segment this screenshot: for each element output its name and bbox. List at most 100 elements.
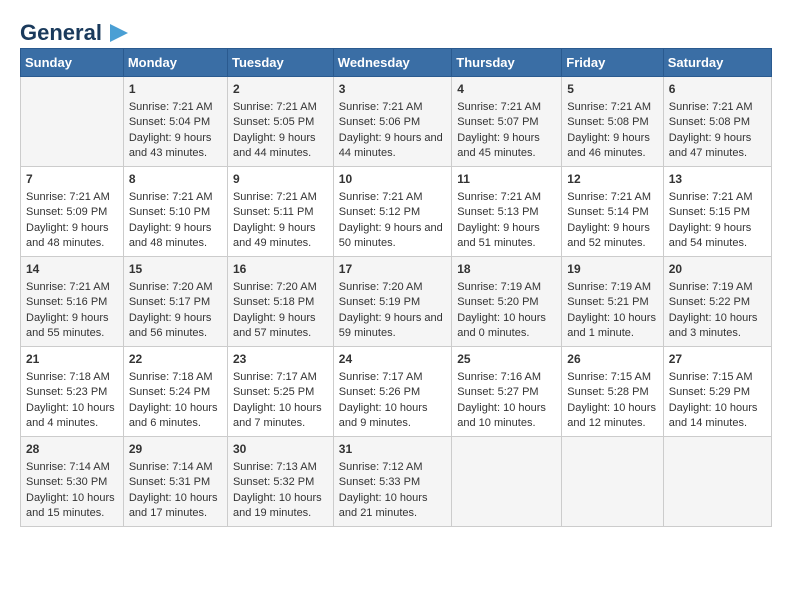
sunset-text: Sunset: 5:10 PM (129, 206, 210, 218)
day-number: 18 (457, 261, 556, 278)
sunset-text: Sunset: 5:28 PM (567, 386, 648, 398)
day-number: 5 (567, 81, 657, 98)
day-number: 9 (233, 171, 328, 188)
sunrise-text: Sunrise: 7:15 AM (567, 371, 651, 383)
calendar-cell: 13 Sunrise: 7:21 AM Sunset: 5:15 PM Dayligh… (663, 167, 771, 257)
day-number: 19 (567, 261, 657, 278)
calendar-cell: 30Sunrise: 7:13 AMSunset: 5:32 PMDayligh… (227, 437, 333, 527)
calendar-cell: 29Sunrise: 7:14 AMSunset: 5:31 PMDayligh… (123, 437, 227, 527)
day-number: 17 (339, 261, 446, 278)
sunset-text: Sunset: 5:20 PM (457, 296, 538, 308)
sunrise-text: Sunrise: 7:21 AM (669, 101, 753, 113)
day-number: 27 (669, 351, 766, 368)
calendar-cell: 17Sunrise: 7:20 AMSunset: 5:19 PMDayligh… (333, 257, 451, 347)
day-number: 2 (233, 81, 328, 98)
sunset-text: Sunset: 5:26 PM (339, 386, 420, 398)
daylight-text: Daylight: 9 hours and 47 minutes. (669, 132, 752, 159)
sunrise-text: Sunrise: 7:21 AM (669, 191, 753, 203)
day-number: 6 (669, 81, 766, 98)
day-number: 13 (669, 171, 766, 188)
sunrise-text: Sunrise: 7:21 AM (457, 101, 541, 113)
sunrise-text: Sunrise: 7:13 AM (233, 461, 317, 473)
calendar-cell: 4Sunrise: 7:21 AMSunset: 5:07 PMDaylight… (452, 77, 562, 167)
calendar-cell (452, 437, 562, 527)
day-number: 20 (669, 261, 766, 278)
day-number: 30 (233, 441, 328, 458)
page-header: General (20, 20, 772, 38)
sunset-text: Sunset: 5:22 PM (669, 296, 750, 308)
calendar-week-row: 21Sunrise: 7:18 AMSunset: 5:23 PMDayligh… (21, 347, 772, 437)
calendar-cell: 1Sunrise: 7:21 AMSunset: 5:04 PMDaylight… (123, 77, 227, 167)
sunset-text: Sunset: 5:23 PM (26, 386, 107, 398)
weekday-header: Sunday (21, 49, 124, 77)
calendar-cell: 16Sunrise: 7:20 AMSunset: 5:18 PMDayligh… (227, 257, 333, 347)
sunrise-text: Sunrise: 7:21 AM (457, 191, 541, 203)
calendar-cell (21, 77, 124, 167)
sunset-text: Sunset: 5:30 PM (26, 476, 107, 488)
daylight-text: Daylight: 10 hours and 14 minutes. (669, 402, 758, 429)
sunrise-text: Sunrise: 7:18 AM (129, 371, 213, 383)
weekday-header: Saturday (663, 49, 771, 77)
calendar-cell: 26Sunrise: 7:15 AMSunset: 5:28 PMDayligh… (562, 347, 663, 437)
sunrise-text: Sunrise: 7:21 AM (129, 191, 213, 203)
daylight-text: Daylight: 9 hours and 54 minutes. (669, 222, 752, 249)
sunrise-text: Sunrise: 7:20 AM (233, 281, 317, 293)
sunset-text: Sunset: 5:12 PM (339, 206, 420, 218)
daylight-text: Daylight: 9 hours and 55 minutes. (26, 312, 109, 339)
sunrise-text: Sunrise: 7:16 AM (457, 371, 541, 383)
daylight-text: Daylight: 9 hours and 48 minutes. (129, 222, 212, 249)
sunset-text: Sunset: 5:27 PM (457, 386, 538, 398)
sunset-text: Sunset: 5:25 PM (233, 386, 314, 398)
day-number: 3 (339, 81, 446, 98)
calendar-week-row: 1Sunrise: 7:21 AMSunset: 5:04 PMDaylight… (21, 77, 772, 167)
sunset-text: Sunset: 5:31 PM (129, 476, 210, 488)
calendar-cell: 11Sunrise: 7:21 AMSunset: 5:13 PMDayligh… (452, 167, 562, 257)
daylight-text: Daylight: 10 hours and 9 minutes. (339, 402, 428, 429)
calendar-table: SundayMondayTuesdayWednesdayThursdayFrid… (20, 48, 772, 527)
sunrise-text: Sunrise: 7:14 AM (129, 461, 213, 473)
day-number: 23 (233, 351, 328, 368)
sunrise-text: Sunrise: 7:17 AM (339, 371, 423, 383)
calendar-cell: 28Sunrise: 7:14 AMSunset: 5:30 PMDayligh… (21, 437, 124, 527)
calendar-cell: 5Sunrise: 7:21 AMSunset: 5:08 PMDaylight… (562, 77, 663, 167)
calendar-cell: 19Sunrise: 7:19 AMSunset: 5:21 PMDayligh… (562, 257, 663, 347)
sunrise-text: Sunrise: 7:12 AM (339, 461, 423, 473)
weekday-header: Tuesday (227, 49, 333, 77)
sunrise-text: Sunrise: 7:21 AM (339, 101, 423, 113)
sunset-text: Sunset: 5:32 PM (233, 476, 314, 488)
sunrise-text: Sunrise: 7:21 AM (26, 281, 110, 293)
calendar-cell: 20Sunrise: 7:19 AMSunset: 5:22 PMDayligh… (663, 257, 771, 347)
daylight-text: Daylight: 9 hours and 44 minutes. (233, 132, 316, 159)
calendar-body: 1Sunrise: 7:21 AMSunset: 5:04 PMDaylight… (21, 77, 772, 527)
sunrise-text: Sunrise: 7:21 AM (26, 191, 110, 203)
sunset-text: Sunset: 5:16 PM (26, 296, 107, 308)
daylight-text: Daylight: 10 hours and 0 minutes. (457, 312, 546, 339)
daylight-text: Daylight: 9 hours and 49 minutes. (233, 222, 316, 249)
daylight-text: Daylight: 10 hours and 6 minutes. (129, 402, 218, 429)
sunset-text: Sunset: 5:18 PM (233, 296, 314, 308)
sunrise-text: Sunrise: 7:21 AM (567, 101, 651, 113)
sunset-text: Sunset: 5:07 PM (457, 116, 538, 128)
day-number: 26 (567, 351, 657, 368)
calendar-week-row: 14Sunrise: 7:21 AMSunset: 5:16 PMDayligh… (21, 257, 772, 347)
day-number: 16 (233, 261, 328, 278)
day-number: 28 (26, 441, 118, 458)
calendar-cell: 2Sunrise: 7:21 AMSunset: 5:05 PMDaylight… (227, 77, 333, 167)
calendar-cell: 7Sunrise: 7:21 AMSunset: 5:09 PMDaylight… (21, 167, 124, 257)
day-number: 22 (129, 351, 222, 368)
calendar-cell: 21Sunrise: 7:18 AMSunset: 5:23 PMDayligh… (21, 347, 124, 437)
daylight-text: Daylight: 9 hours and 43 minutes. (129, 132, 212, 159)
daylight-text: Daylight: 9 hours and 46 minutes. (567, 132, 650, 159)
calendar-cell: 12Sunrise: 7:21 AMSunset: 5:14 PMDayligh… (562, 167, 663, 257)
calendar-cell: 24Sunrise: 7:17 AMSunset: 5:26 PMDayligh… (333, 347, 451, 437)
daylight-text: Daylight: 10 hours and 17 minutes. (129, 492, 218, 519)
calendar-cell: 6Sunrise: 7:21 AMSunset: 5:08 PMDaylight… (663, 77, 771, 167)
day-number: 12 (567, 171, 657, 188)
sunset-text: Sunset: 5:24 PM (129, 386, 210, 398)
daylight-text: Daylight: 9 hours and 59 minutes. (339, 312, 443, 339)
sunset-text: Sunset: 5:06 PM (339, 116, 420, 128)
sunset-text: Sunset: 5:15 PM (669, 206, 750, 218)
daylight-text: Daylight: 10 hours and 4 minutes. (26, 402, 115, 429)
daylight-text: Daylight: 10 hours and 15 minutes. (26, 492, 115, 519)
sunset-text: Sunset: 5:09 PM (26, 206, 107, 218)
